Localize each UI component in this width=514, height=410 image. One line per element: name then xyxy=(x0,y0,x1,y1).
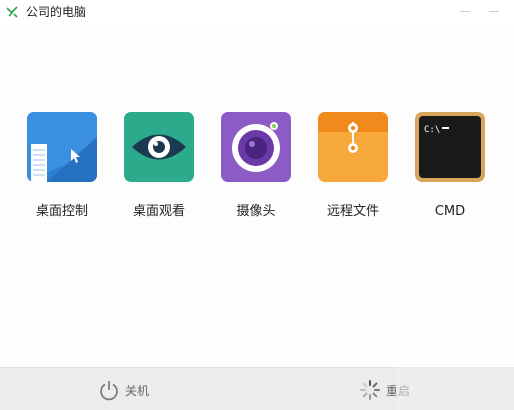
eye-icon xyxy=(124,112,194,182)
watermark-overlay xyxy=(396,367,514,410)
power-icon xyxy=(100,381,118,401)
title-bar: 公司的电脑 xyxy=(0,0,514,24)
tile-camera[interactable]: 摄像头 xyxy=(216,112,296,221)
camera-icon xyxy=(221,112,291,182)
close-icon xyxy=(489,10,499,12)
tile-desktop-view[interactable]: 桌面观看 xyxy=(119,112,199,221)
tile-label: 远程文件 xyxy=(326,204,379,219)
tile-remote-files[interactable]: 远程文件 xyxy=(313,112,393,221)
app-logo-icon xyxy=(6,6,18,18)
tile-remote-control[interactable]: 桌面控制 xyxy=(22,112,102,221)
app-window: 公司的电脑 桌面控制 桌面观看 摄像头 远程文件 C:\ CMD 关机 xyxy=(0,0,514,410)
remote-desktop-icon xyxy=(27,112,97,182)
shutdown-button[interactable]: 关机 xyxy=(98,378,149,402)
terminal-icon: C:\ xyxy=(415,112,485,182)
tile-label: 桌面观看 xyxy=(132,204,185,219)
minimize-icon xyxy=(460,10,470,12)
bottom-bar: 关机 重启 xyxy=(0,367,514,410)
folder-icon xyxy=(318,112,388,182)
close-button[interactable] xyxy=(481,2,507,20)
minimize-button[interactable] xyxy=(452,2,478,20)
tile-label: 桌面控制 xyxy=(35,204,88,219)
tile-cmd[interactable]: C:\ CMD xyxy=(410,112,490,221)
tile-label: CMD xyxy=(434,204,466,219)
tile-label: 摄像头 xyxy=(236,204,276,219)
shutdown-label: 关机 xyxy=(125,383,150,398)
restart-spinner-icon xyxy=(360,380,380,400)
window-title: 公司的电脑 xyxy=(26,5,87,19)
terminal-prompt: C:\ xyxy=(424,125,440,135)
